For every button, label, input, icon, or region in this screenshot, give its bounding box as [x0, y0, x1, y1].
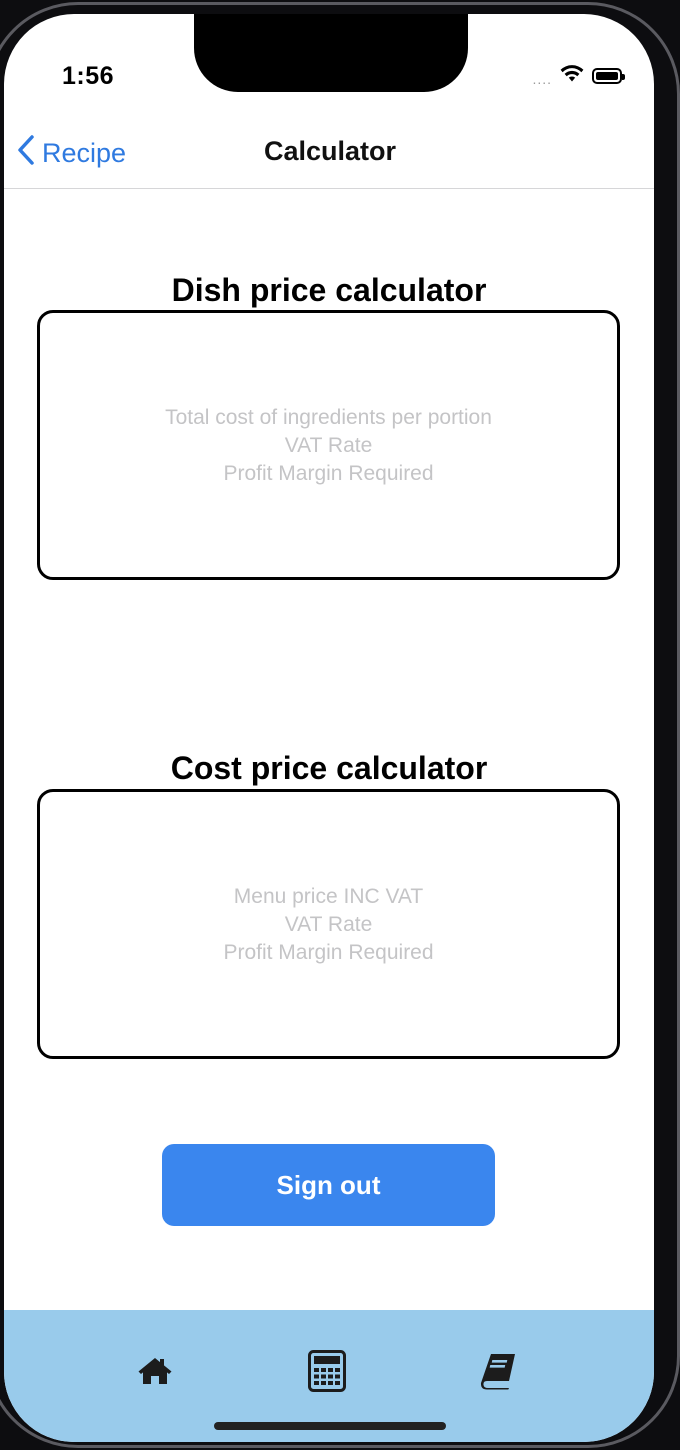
home-indicator — [214, 1422, 446, 1430]
cost-calculator-title: Cost price calculator — [170, 750, 488, 786]
phone-device: 1:56 .... Recipe Calculator Dish price c… — [0, 0, 680, 1450]
book-icon — [480, 1352, 518, 1395]
calculator-icon — [308, 1349, 346, 1397]
signal-dots: .... — [532, 70, 552, 87]
vat-rate-field[interactable]: VAT Rate — [285, 433, 373, 458]
home-icon — [137, 1356, 173, 1391]
battery-icon — [592, 67, 625, 84]
dish-calculator-title: Dish price calculator — [171, 272, 487, 308]
tab-calculator[interactable] — [302, 1348, 352, 1398]
cost-calculator-form: Menu price INC VAT VAT Rate Profit Margi… — [37, 789, 620, 1059]
menu-price-field[interactable]: Menu price INC VAT — [234, 884, 423, 909]
status-time: 1:56 — [62, 62, 115, 90]
sign-out-button[interactable]: Sign out — [162, 1144, 495, 1226]
profit-margin-field[interactable]: Profit Margin Required — [223, 461, 433, 486]
ingredient-cost-field[interactable]: Total cost of ingredients per portion — [165, 405, 492, 430]
app-screen: 1:56 .... Recipe Calculator Dish price c… — [4, 14, 654, 1442]
profit-margin-field[interactable]: Profit Margin Required — [223, 940, 433, 965]
status-icons: .... — [532, 64, 625, 87]
dish-calculator-form: Total cost of ingredients per portion VA… — [37, 310, 620, 580]
navigation-bar: Recipe Calculator — [4, 118, 654, 189]
vat-rate-field[interactable]: VAT Rate — [285, 912, 373, 937]
page-title: Calculator — [263, 136, 397, 166]
tab-home[interactable] — [130, 1348, 180, 1398]
tab-recipes[interactable] — [474, 1348, 524, 1398]
notch — [194, 14, 468, 92]
wifi-icon — [560, 64, 584, 87]
